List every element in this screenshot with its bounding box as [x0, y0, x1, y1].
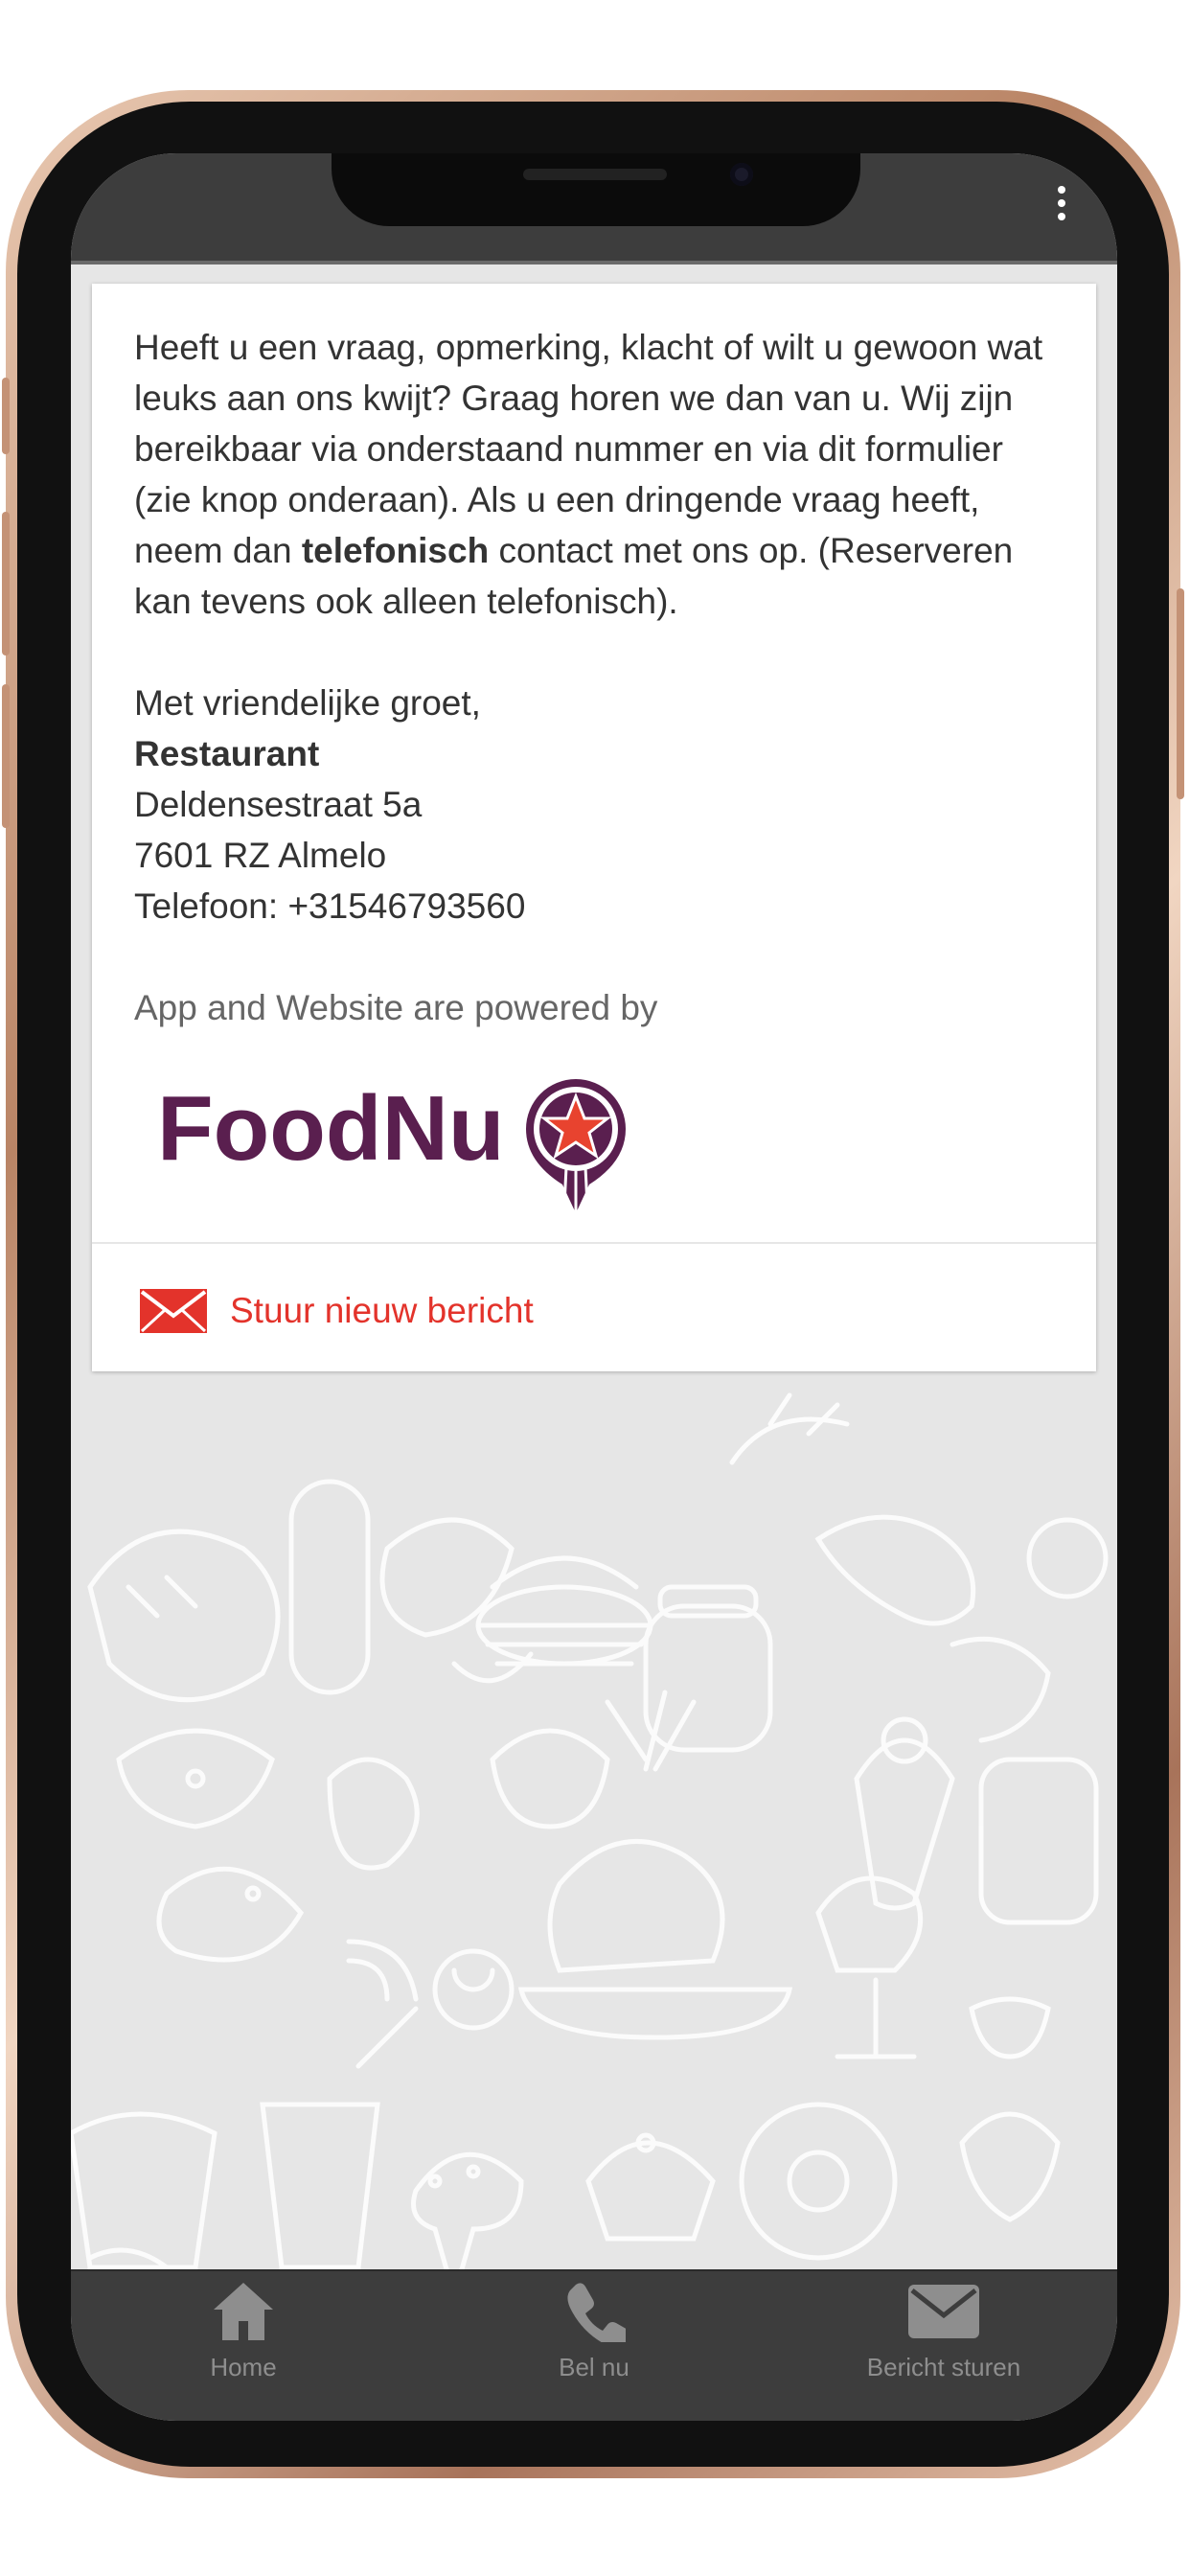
greeting: Met vriendelijke groet,	[134, 683, 481, 723]
home-icon	[214, 2283, 273, 2340]
restaurant-name: Restaurant	[134, 734, 320, 773]
address-street: Deldensestraat 5a	[134, 785, 423, 824]
address-city: 7601 RZ Almelo	[134, 836, 387, 875]
contact-card: Heeft u een vraag, opmerking, klacht of …	[92, 284, 1096, 1371]
bottom-tab-bar: Home Bel nu Bericht sturen	[71, 2269, 1117, 2421]
phone-number[interactable]: Telefoon: +31546793560	[134, 881, 1068, 932]
phone-icon	[567, 2283, 633, 2349]
svg-text:FoodNu: FoodNu	[157, 1077, 505, 1180]
tab-call-now-label: Bel nu	[559, 2353, 629, 2381]
card-divider	[92, 1242, 1096, 1244]
new-message-button[interactable]: Stuur nieuw bericht	[140, 1282, 534, 1340]
tab-home-label: Home	[210, 2353, 277, 2381]
envelope-icon	[140, 1289, 207, 1333]
powered-by-text: App and Website are powered by	[134, 988, 658, 1027]
device-notch	[332, 153, 860, 226]
new-message-label: Stuur nieuw bericht	[230, 1291, 534, 1330]
app-screen: Heeft u een vraag, opmerking, klacht of …	[71, 153, 1117, 2421]
top-app-bar	[71, 153, 1117, 264]
mail-icon	[908, 2285, 979, 2338]
tab-home[interactable]: Home	[100, 2281, 387, 2382]
tab-send-message[interactable]: Bericht sturen	[800, 2281, 1087, 2382]
contact-text: Heeft u een vraag, opmerking, klacht of …	[134, 322, 1068, 1033]
tab-send-message-label: Bericht sturen	[866, 2353, 1021, 2381]
more-vert-icon[interactable]	[1052, 182, 1071, 230]
intro-paragraph: Heeft u een vraag, opmerking, klacht of …	[134, 328, 1043, 621]
foodnu-logo[interactable]: FoodNu	[149, 1062, 648, 1215]
tab-call-now[interactable]: Bel nu	[450, 2281, 738, 2382]
